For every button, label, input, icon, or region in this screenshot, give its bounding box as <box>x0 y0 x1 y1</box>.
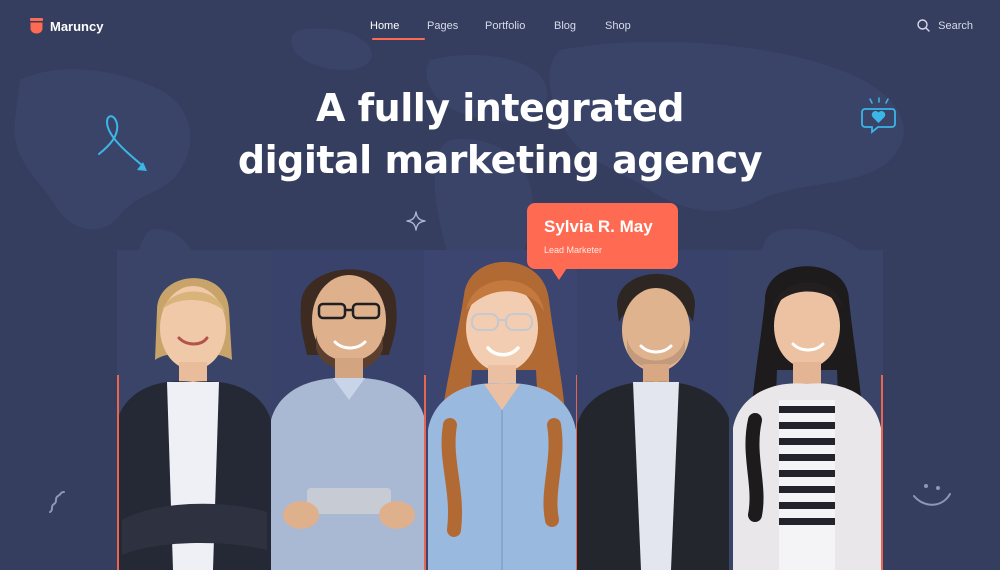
loop-arrow-icon <box>98 115 147 171</box>
team-member-2[interactable] <box>271 250 425 570</box>
featured-member-name: Sylvia R. May <box>544 217 653 236</box>
nav-item-shop[interactable]: Shop <box>605 20 645 40</box>
team-member-featured[interactable] <box>424 250 578 570</box>
team-gallery <box>117 250 883 570</box>
panel-accent-line <box>117 375 119 570</box>
woman-glasses-blue-shirt-portrait <box>424 250 578 570</box>
featured-member-role: Lead Marketer <box>544 245 603 255</box>
nav-item-blog[interactable]: Blog <box>554 20 605 40</box>
team-member-1[interactable] <box>117 250 271 570</box>
squiggle-icon <box>49 491 65 513</box>
nav-item-pages[interactable]: Pages <box>427 20 485 40</box>
brand-logo[interactable]: Maruncy <box>30 18 103 34</box>
panel-accent-line <box>881 375 883 570</box>
woman-striped-shirt-portrait <box>729 250 883 570</box>
search-label: Search <box>938 19 973 32</box>
panel-accent-line <box>424 375 426 570</box>
woman-black-blazer-portrait <box>117 250 271 570</box>
team-member-4[interactable] <box>577 250 731 570</box>
nav-item-portfolio[interactable]: Portfolio <box>485 20 554 40</box>
search-icon <box>917 19 930 32</box>
man-dark-jacket-portrait <box>577 250 731 570</box>
nav-item-home[interactable]: Home <box>370 20 427 40</box>
smile-icon <box>913 484 951 506</box>
featured-member-callout: Sylvia R. May Lead Marketer <box>527 203 678 280</box>
top-navigation: Maruncy Home Pages Portfolio Blog Shop S… <box>0 0 1000 54</box>
heart-chat-icon <box>861 97 896 134</box>
man-glasses-tablet-portrait <box>271 250 425 570</box>
sparkle-icon <box>406 211 426 231</box>
search-button[interactable]: Search <box>917 19 973 32</box>
team-member-5[interactable] <box>729 250 883 570</box>
main-menu: Home Pages Portfolio Blog Shop <box>370 20 645 40</box>
brand-name: Maruncy <box>50 18 104 34</box>
cup-logo-icon <box>30 18 43 34</box>
